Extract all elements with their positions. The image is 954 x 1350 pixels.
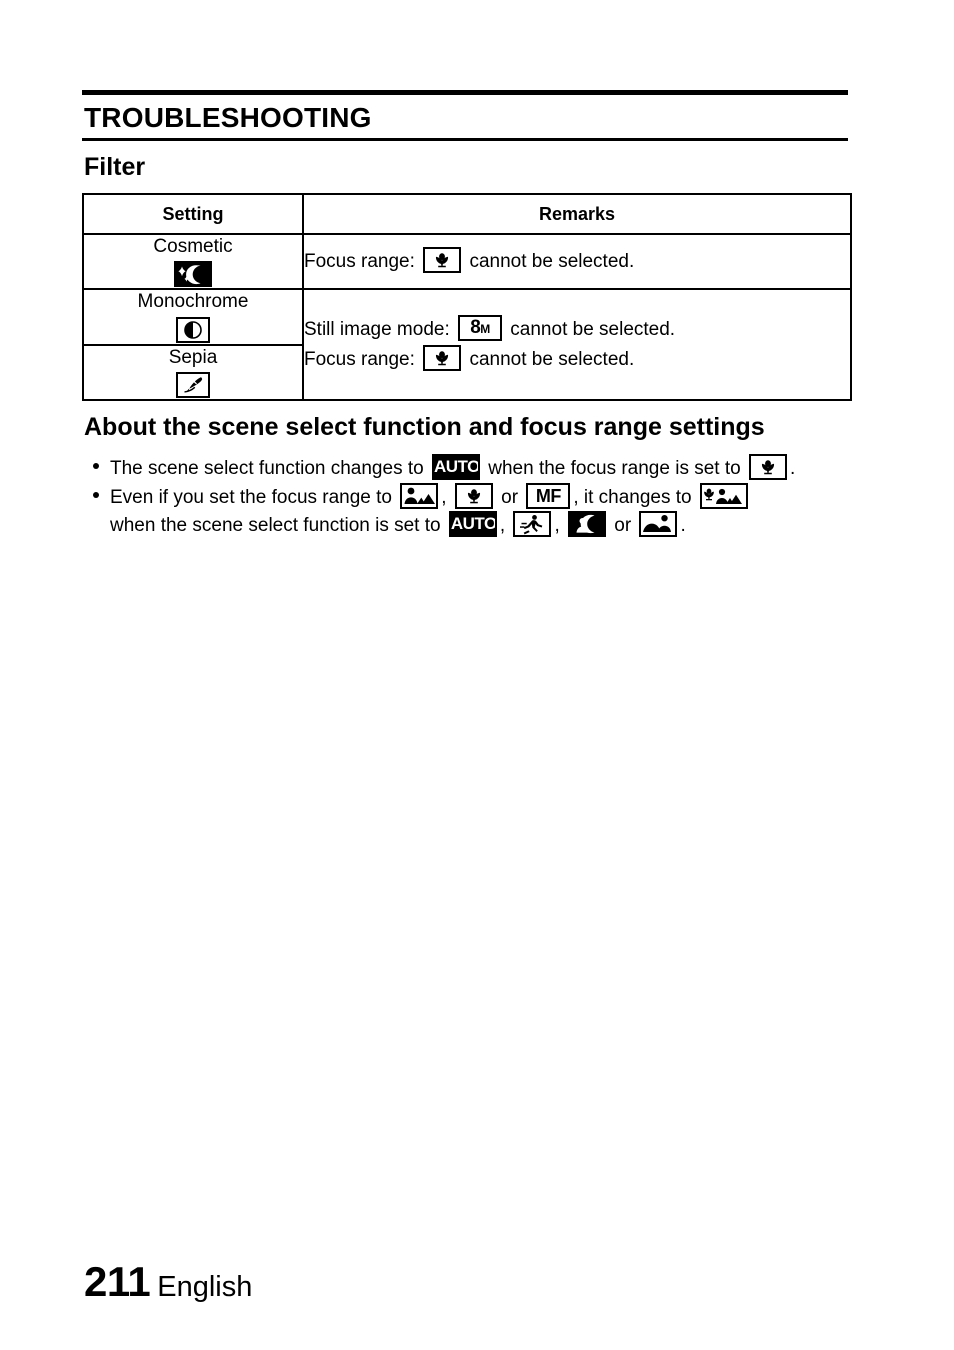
note-text: . — [789, 458, 796, 480]
note-text: , — [441, 487, 447, 509]
macro-focus-icon — [748, 454, 787, 481]
cosmetic-filter-icon — [174, 261, 212, 288]
auto-scene-icon: AUTO — [431, 454, 480, 481]
sports-scene-icon — [513, 511, 552, 538]
page-language: English — [157, 1271, 253, 1303]
all-range-focus-icon — [699, 483, 748, 510]
macro-focus-icon — [423, 246, 462, 273]
monochrome-icon-wrap — [84, 316, 302, 344]
monochrome-filter-icon — [176, 316, 210, 343]
sepia-icon-wrap — [84, 372, 302, 399]
notes-list: The scene select function changes to AUT… — [82, 454, 848, 538]
macro-focus-icon — [423, 344, 462, 371]
note-text: when the focus range is set to — [488, 458, 741, 480]
note-text: The scene select function changes to — [110, 458, 424, 480]
note-line: Even if you set the focus range to , or … — [110, 483, 848, 511]
auto-icon-label: AUTO — [433, 456, 480, 479]
setting-cell-sepia: Sepia — [82, 343, 304, 402]
bullet-icon — [93, 492, 99, 499]
remark-prefix: Focus range: — [304, 250, 415, 272]
note-text: or — [614, 515, 632, 537]
table-row: Monochrome Still image mode: 8M cannot b… — [82, 288, 852, 402]
column-header-setting: Setting — [82, 192, 304, 235]
chapter-title: TROUBLESHOOTING — [84, 102, 372, 133]
page-content: TROUBLESHOOTING Filter Setting Remarks C… — [82, 90, 852, 540]
remark-suffix: cannot be selected. — [510, 319, 676, 341]
setting-label-sepia: Sepia — [168, 346, 218, 368]
setting-label-cosmetic: Cosmetic — [153, 235, 233, 257]
bullet-icon — [93, 463, 99, 470]
list-item: Even if you set the focus range to , or … — [82, 483, 848, 539]
list-item: The scene select function changes to AUT… — [82, 454, 848, 482]
remark-line: Still image mode: 8M cannot be selected. — [304, 315, 850, 344]
page-footer: 211 English — [84, 1258, 252, 1306]
setting-cell-monochrome: Monochrome — [82, 288, 304, 346]
table-row: Cosmetic Focus range: cannot be selected… — [82, 232, 852, 291]
table-header-row: Setting Remarks — [82, 192, 852, 235]
section-title: Filter — [84, 153, 146, 182]
cosmetic-icon-wrap — [84, 261, 302, 288]
remark-prefix: Still image mode: — [304, 319, 450, 341]
subsection-title: About the scene select function and focu… — [84, 413, 765, 442]
manual-page: TROUBLESHOOTING Filter Setting Remarks C… — [0, 0, 954, 1350]
page-number: 211 — [84, 1258, 151, 1305]
remarks-cell-cosmetic: Focus range: cannot be selected. — [302, 232, 852, 291]
filter-settings-table: Setting Remarks Cosmetic Focus range: ca… — [82, 192, 852, 402]
setting-label-monochrome: Monochrome — [137, 291, 249, 313]
note-line: The scene select function changes to AUT… — [110, 454, 848, 482]
8m-digit: 8 — [470, 317, 481, 339]
macro-focus-icon — [454, 483, 493, 510]
8m-resolution-icon: 8M — [458, 315, 503, 342]
note-text: when the scene select function is set to — [110, 515, 441, 537]
night-view-portrait-scene-icon — [568, 511, 606, 538]
remark-prefix: Focus range: — [304, 348, 415, 370]
note-text: Even if you set the focus range to — [110, 487, 393, 509]
8m-icon-label: 8M — [460, 317, 501, 340]
note-text: . — [680, 515, 686, 537]
remark-suffix: cannot be selected. — [469, 348, 635, 370]
auto-scene-icon: AUTO — [448, 511, 497, 538]
normal-focus-icon — [400, 483, 439, 510]
remark-suffix: cannot be selected. — [469, 250, 635, 272]
auto-icon-label: AUTO — [450, 513, 497, 536]
portrait-scene-icon — [639, 511, 678, 538]
remark-line: Focus range: cannot be selected. — [304, 344, 850, 374]
note-text: , — [554, 515, 560, 537]
8m-unit: M — [480, 322, 490, 337]
remarks-cell-mono-sepia: Still image mode: 8M cannot be selected.… — [302, 288, 852, 402]
note-line: when the scene select function is set to… — [110, 511, 848, 539]
note-text: , it changes to — [573, 487, 692, 509]
sepia-filter-icon — [176, 372, 210, 399]
column-header-remarks: Remarks — [302, 192, 852, 235]
setting-cell-cosmetic: Cosmetic — [82, 232, 304, 291]
mf-icon-label: MF — [528, 485, 569, 508]
note-text: , — [499, 515, 506, 537]
note-text: or — [501, 487, 519, 509]
manual-focus-icon: MF — [526, 483, 571, 510]
remark-line: Focus range: cannot be selected. — [304, 246, 850, 276]
